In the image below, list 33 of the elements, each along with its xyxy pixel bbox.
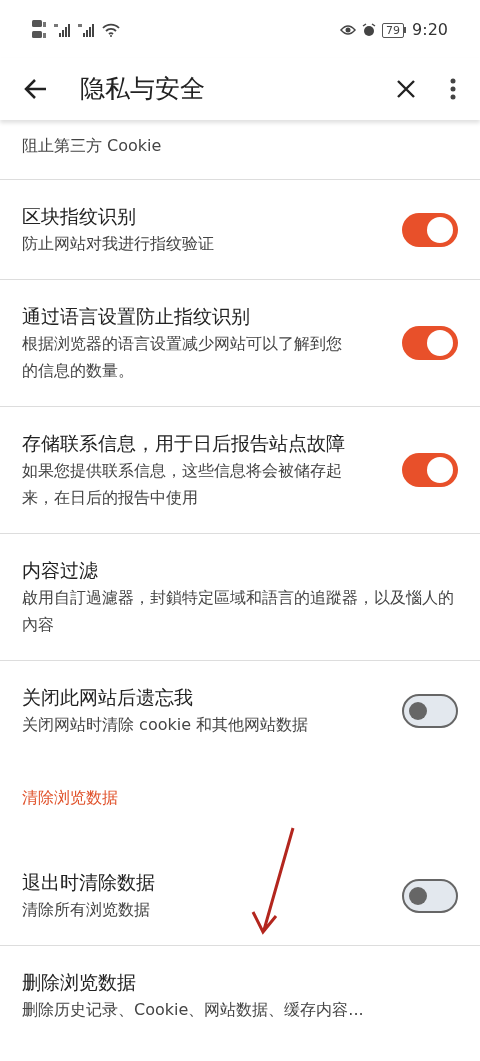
setting-title: 关闭此网站后遗忘我 xyxy=(22,685,194,710)
setting-title: 通过语言设置防止指纹识别 xyxy=(22,304,251,329)
section-header: 清除浏览数据 xyxy=(22,787,119,809)
alarm-icon xyxy=(362,23,377,37)
wifi-icon xyxy=(102,23,120,37)
back-arrow-icon[interactable] xyxy=(24,78,48,100)
close-icon[interactable] xyxy=(396,79,416,99)
battery-icon: 79 xyxy=(382,22,407,38)
signal-icon xyxy=(78,23,96,37)
more-menu-icon[interactable] xyxy=(450,78,456,100)
toggle-switch[interactable] xyxy=(402,326,458,360)
signal-icon xyxy=(54,23,72,37)
toggle-switch[interactable] xyxy=(402,878,458,913)
setting-title: 删除浏览数据 xyxy=(22,970,137,995)
eye-icon xyxy=(340,24,357,36)
sim-icon xyxy=(32,19,48,41)
setting-description: 清除所有浏览数据 xyxy=(22,899,151,921)
setting-description: 根据浏览器的语言设置减少网站可以了解到您的信息的数量。 xyxy=(22,333,343,382)
toggle-switch[interactable] xyxy=(402,453,458,487)
setting-description: 关闭网站时清除 cookie 和其他网站数据 xyxy=(22,714,310,736)
setting-title: 退出时清除数据 xyxy=(22,870,156,895)
clock-time: 9:20 xyxy=(412,19,448,41)
setting-description: 啟用自訂過濾器，封鎖特定區域和語言的追蹤器，以及惱人的內容 xyxy=(22,587,455,636)
setting-title: 内容过滤 xyxy=(22,558,99,583)
page-title: 隐私与安全 xyxy=(80,73,206,106)
setting-description: 如果您提供联系信息，这些信息将会被储存起来，在日后的报告中使用 xyxy=(22,460,343,509)
toggle-switch[interactable] xyxy=(402,693,458,728)
toggle-switch[interactable] xyxy=(402,212,458,247)
setting-description: 删除历史记录、Cookie、网站数据、缓存内容... xyxy=(22,999,365,1021)
setting-description: 阻止第三方 Cookie xyxy=(22,135,163,157)
setting-title: 区块指纹识别 xyxy=(22,204,137,229)
setting-description: 防止网站对我进行指纹验证 xyxy=(22,233,215,255)
setting-title: 存储联系信息，用于日后报告站点故障 xyxy=(22,431,346,456)
